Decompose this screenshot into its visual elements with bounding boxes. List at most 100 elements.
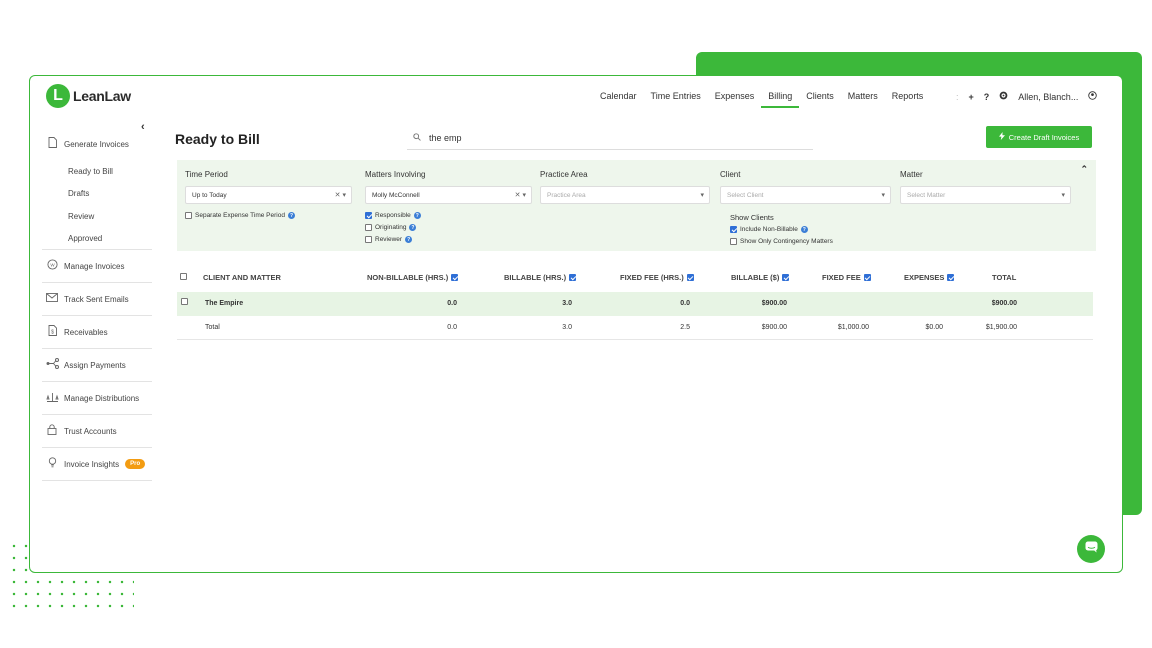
reviewer-checkbox[interactable]: Reviewer ? [365, 236, 413, 243]
clear-and-chevron-down-icon[interactable]: ✕ ▾ [515, 191, 526, 199]
envelope-icon [46, 293, 58, 305]
sidebar-item-assign-payments[interactable]: Assign Payments [42, 349, 152, 382]
top-right-actions: : + ? Allen, Blanch... [956, 91, 1098, 102]
header-fixed-fee[interactable]: FIXED FEE [822, 273, 871, 282]
originating-label: Originating [375, 224, 407, 231]
collapse-filters-icon[interactable]: ⌃ [1080, 164, 1088, 175]
user-name[interactable]: Allen, Blanch... [1018, 92, 1078, 102]
client-label: Client [720, 170, 741, 179]
header-billable-usd[interactable]: BILLABLE ($) [731, 273, 790, 282]
sidebar-item-label: Manage Invoices [64, 261, 125, 271]
totals-expenses: $0.00 [925, 324, 943, 331]
app-window: L LeanLaw Calendar Time Entries Expenses… [29, 75, 1123, 573]
sidebar-item-invoice-insights[interactable]: Invoice Insights Pro [42, 448, 152, 481]
row-client[interactable]: The Empire [205, 300, 243, 307]
checkbox-checked[interactable] [730, 226, 737, 233]
column-toggle-checkbox[interactable] [569, 274, 577, 281]
nav-calendar[interactable]: Calendar [593, 85, 644, 108]
header-nonbillable[interactable]: NON-BILLABLE (HRS.) [367, 273, 459, 282]
chat-support-button[interactable] [1077, 535, 1105, 563]
sidebar-sub-ready-to-bill[interactable]: Ready to Bill [42, 160, 152, 183]
lock-icon [46, 424, 58, 438]
help-icon[interactable]: ? [409, 224, 417, 231]
matters-involving-label: Matters Involving [365, 170, 426, 179]
checkbox-unchecked[interactable] [365, 236, 372, 243]
chevron-down-icon: ▾ [1061, 192, 1065, 199]
user-avatar-icon[interactable] [1088, 91, 1098, 102]
responsible-checkbox[interactable]: Responsible ? [365, 212, 421, 219]
column-toggle-checkbox[interactable] [863, 274, 871, 281]
svg-text:$: $ [51, 329, 54, 335]
help-icon[interactable]: ? [413, 212, 421, 219]
page-title: Ready to Bill [175, 131, 260, 147]
row-total: $900.00 [991, 300, 1017, 307]
sidebar-item-label: Track Sent Emails [64, 294, 129, 304]
chevron-down-icon: ▾ [700, 192, 704, 199]
separate-expense-checkbox[interactable]: Separate Expense Time Period ? [185, 212, 295, 219]
search-input[interactable] [429, 132, 789, 143]
practice-area-select[interactable]: Practice Area ▾ [540, 186, 710, 204]
practice-area-label: Practice Area [540, 170, 588, 179]
nav-time-entries[interactable]: Time Entries [644, 85, 708, 108]
nav-clients[interactable]: Clients [799, 85, 841, 108]
create-draft-invoices-button[interactable]: Create Draft Invoices [986, 126, 1092, 148]
document-icon [46, 137, 58, 151]
column-toggle-checkbox[interactable] [451, 274, 459, 281]
top-navigation: Calendar Time Entries Expenses Billing C… [593, 85, 930, 108]
originating-checkbox[interactable]: Originating ? [365, 224, 417, 231]
leanlaw-logo[interactable]: L LeanLaw [46, 84, 131, 108]
search-bar [407, 126, 813, 150]
sidebar-sub-approved[interactable]: Approved [42, 228, 152, 250]
nav-matters[interactable]: Matters [841, 85, 885, 108]
help-icon[interactable]: ? [405, 236, 413, 243]
sidebar-item-manage-distributions[interactable]: Manage Distributions [42, 382, 152, 415]
checkbox-unchecked[interactable] [185, 212, 192, 219]
nav-billing[interactable]: Billing [761, 85, 800, 108]
column-toggle-checkbox[interactable] [686, 274, 694, 281]
help-icon[interactable]: ? [800, 226, 808, 233]
sidebar-sub-review[interactable]: Review [42, 205, 152, 228]
matters-involving-select[interactable]: Molly McConnell ✕ ▾ [365, 186, 532, 204]
header-fixed-fee-hrs[interactable]: FIXED FEE (HRS.) [620, 273, 694, 282]
table-row[interactable]: The Empire 0.0 3.0 0.0 $900.00 $900.00 [177, 292, 1093, 316]
row-fixed-fee-hrs: 0.0 [680, 300, 690, 307]
logo-icon: L [46, 84, 70, 108]
nav-expenses[interactable]: Expenses [708, 85, 762, 108]
header-billable[interactable]: BILLABLE (HRS.) [504, 273, 577, 282]
header-expenses[interactable]: EXPENSES [904, 273, 955, 282]
column-toggle-checkbox[interactable] [947, 274, 955, 281]
sidebar-item-generate-invoices[interactable]: Generate Invoices [42, 132, 152, 156]
sidebar-item-track-sent-emails[interactable]: Track Sent Emails [42, 283, 152, 316]
sidebar-item-label: Receivables [64, 327, 108, 337]
help-icon[interactable]: ? [984, 92, 990, 102]
sidebar-item-receivables[interactable]: $ Receivables [42, 316, 152, 349]
assign-payments-icon [46, 358, 59, 372]
checkbox-checked[interactable] [365, 212, 372, 219]
sidebar-sub-drafts[interactable]: Drafts [42, 183, 152, 206]
time-period-select[interactable]: Up to Today ✕ ▾ [185, 186, 352, 204]
nav-reports[interactable]: Reports [885, 85, 931, 108]
column-toggle-checkbox[interactable] [782, 274, 790, 281]
sidebar-item-manage-invoices[interactable]: W Manage Invoices [42, 250, 152, 283]
plus-icon[interactable]: + [969, 92, 974, 102]
help-icon[interactable]: ? [287, 212, 295, 219]
checkbox-unchecked[interactable] [365, 224, 372, 231]
totals-nonbillable: 0.0 [447, 324, 457, 331]
separate-expense-label: Separate Expense Time Period [195, 212, 285, 219]
client-select[interactable]: Select Client ▾ [720, 186, 891, 204]
sidebar-item-trust-accounts[interactable]: Trust Accounts [42, 415, 152, 448]
header-total: TOTAL [992, 273, 1017, 282]
matter-placeholder: Select Matter [907, 191, 946, 199]
checkbox-unchecked[interactable] [730, 238, 737, 245]
row-billable-usd: $900.00 [761, 300, 787, 307]
manage-invoices-icon: W [46, 259, 58, 273]
clear-and-chevron-down-icon[interactable]: ✕ ▾ [335, 191, 346, 199]
logo-text: LeanLaw [73, 88, 131, 104]
matter-select[interactable]: Select Matter ▾ [900, 186, 1071, 204]
include-nonbillable-checkbox[interactable]: Include Non-Billable ? [730, 226, 808, 233]
gear-icon[interactable] [999, 91, 1008, 102]
chevron-down-icon: ▾ [881, 192, 885, 199]
select-all-checkbox[interactable] [180, 273, 187, 280]
row-checkbox[interactable] [181, 298, 188, 305]
contingency-checkbox[interactable]: Show Only Contingency Matters [730, 238, 833, 245]
